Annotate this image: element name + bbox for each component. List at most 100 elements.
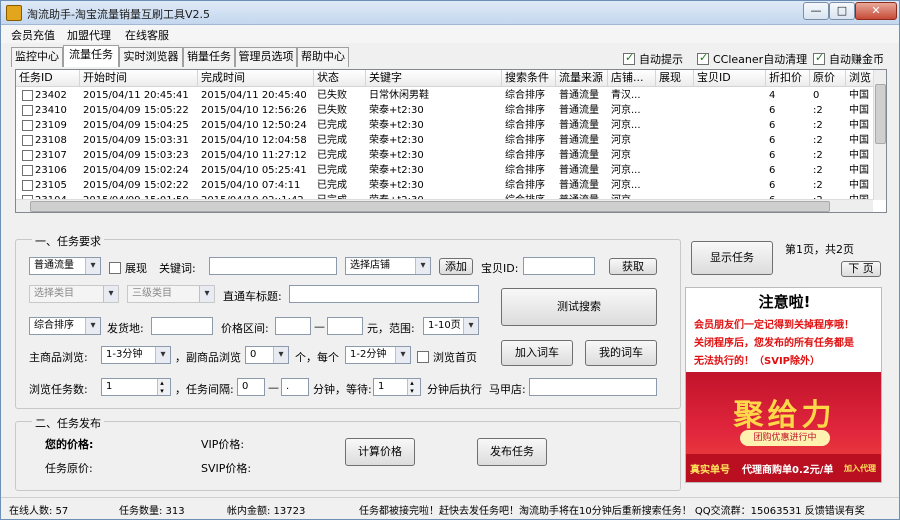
table-cell — [656, 163, 694, 178]
table-cell: 已完成 — [317, 120, 347, 131]
tab-help[interactable]: 帮助中心 — [297, 47, 349, 67]
col-discount[interactable]: 折扣价 — [766, 70, 810, 87]
table-cell: 2015/04/09 15:03:31 — [83, 135, 189, 146]
show-task-button[interactable]: 显示任务 — [691, 241, 773, 275]
table-cell: 2015/04/10 07:4:11 — [201, 180, 301, 191]
table-row[interactable]: 23105 2015/04/09 15:02:22 2015/04/10 07:4:… — [16, 178, 874, 193]
price-max-input[interactable] — [327, 317, 363, 335]
tab-browser[interactable]: 实时浏览器 — [119, 47, 183, 67]
tab-sales-task[interactable]: 销量任务 — [183, 47, 235, 67]
col-shop[interactable]: 店铺... — [608, 70, 656, 87]
calc-price-button[interactable]: 计算价格 — [345, 438, 415, 466]
show-checkbox[interactable]: 展现 — [109, 260, 147, 276]
auto-tip-checkbox[interactable]: 自动提示 — [623, 51, 683, 67]
car-title-label: 直通车标题: — [223, 290, 282, 303]
menu-service[interactable]: 在线客服 — [125, 27, 169, 43]
col-flow-source[interactable]: 流量来源 — [556, 70, 608, 87]
shop-select[interactable]: 选择店铺 — [345, 257, 431, 275]
add-button[interactable]: 添加 — [439, 258, 473, 275]
table-cell: 23106 — [35, 165, 67, 176]
page-range-select[interactable]: 1-10页 — [423, 317, 479, 335]
table-cell: 2015/04/09 15:05:22 — [83, 105, 189, 116]
car-title-input[interactable] — [289, 285, 479, 303]
category-select[interactable]: 选择类目 — [29, 285, 119, 303]
browse-home-checkbox[interactable]: 浏览首页 — [417, 349, 477, 365]
table-cell — [656, 178, 694, 193]
tab-flow-task[interactable]: 流量任务 — [63, 45, 119, 67]
main-browse-select[interactable]: 1-3分钟 — [101, 346, 171, 364]
price-min-input[interactable] — [275, 317, 311, 335]
vertical-scrollbar[interactable] — [873, 70, 886, 200]
wait-input[interactable]: 1 — [373, 378, 421, 396]
price-range-label: 价格区间: — [221, 322, 269, 335]
promo-banner[interactable]: 聚给力 团购优惠进行中 真实单号 代理商购单0.2元/单 加入代理 — [686, 372, 881, 482]
sub-count-select[interactable]: 0 — [245, 346, 289, 364]
publish-task-button[interactable]: 发布任务 — [477, 438, 547, 466]
status-online: 在线人数: 57 — [9, 506, 69, 517]
table-cell: 河京... — [611, 120, 641, 131]
keyword-label: 关键词: — [159, 262, 196, 275]
table-cell: 河京 — [611, 150, 631, 161]
item-id-input[interactable] — [523, 257, 595, 275]
keyword-input[interactable] — [209, 257, 337, 275]
table-cell: 河京... — [611, 180, 641, 191]
get-button[interactable]: 获取 — [609, 258, 657, 275]
ccleaner-checkbox[interactable]: CCleaner自动清理 — [697, 51, 807, 67]
table-cell — [694, 148, 766, 163]
horizontal-scrollbar[interactable] — [16, 199, 873, 212]
add-word-car-button[interactable]: 加入词车 — [501, 340, 573, 366]
test-search-button[interactable]: 测试搜索 — [501, 288, 657, 326]
col-task-id[interactable]: 任务ID — [16, 70, 80, 87]
banner-headline: 聚给力 — [733, 398, 836, 433]
table-row[interactable]: 23107 2015/04/09 15:03:23 2015/04/10 11:27… — [16, 148, 874, 163]
table-cell — [656, 88, 694, 103]
table-cell: 普通流量 — [559, 150, 599, 161]
title-bar: 淘流助手-淘宝流量销量互刷工具V2.5 — □ ✕ — [1, 1, 899, 25]
tab-monitor[interactable]: 监控中心 — [11, 47, 63, 67]
col-end-time[interactable]: 完成时间 — [198, 70, 314, 87]
table-cell: 已完成 — [317, 180, 347, 191]
table-cell: 综合排序 — [505, 135, 545, 146]
maximize-button[interactable]: □ — [829, 2, 855, 20]
col-orig-price[interactable]: 原价 — [810, 70, 846, 87]
interval-input[interactable]: 0 — [237, 378, 265, 396]
col-keyword[interactable]: 关键字 — [366, 70, 502, 87]
table-cell — [694, 88, 766, 103]
table-row[interactable]: 23108 2015/04/09 15:03:31 2015/04/10 12:04… — [16, 133, 874, 148]
col-show[interactable]: 展现 — [656, 70, 694, 87]
interval-label: ，任务间隔: — [175, 383, 234, 396]
flow-type-select[interactable]: 普通流量 — [29, 257, 101, 275]
scroll-thumb[interactable] — [875, 84, 886, 144]
table-cell: 青汉... — [611, 90, 641, 101]
next-page-button[interactable]: 下 页 — [841, 261, 881, 277]
sort-select[interactable]: 综合排序 — [29, 317, 101, 335]
auto-gold-checkbox[interactable]: 自动赚金币 — [813, 51, 884, 67]
sub-category-select[interactable]: 三级类目 — [127, 285, 215, 303]
scroll-thumb[interactable] — [30, 201, 830, 212]
banner-subtitle: 团购优惠进行中 — [740, 430, 830, 446]
table-row[interactable]: 23109 2015/04/09 15:04:25 2015/04/10 12:50… — [16, 118, 874, 133]
minimize-button[interactable]: — — [803, 2, 829, 20]
col-status[interactable]: 状态 — [314, 70, 366, 87]
browse-count-input[interactable]: 1 — [101, 378, 171, 396]
ad-panel[interactable]: 注意啦! 会员朋友们一定记得到关掉程序哦！ 关闭程序后，您发布的所有任务都是 无… — [685, 287, 882, 483]
task-requirements-legend: 一、任务要求 — [32, 233, 104, 249]
col-item-id[interactable]: 宝贝ID — [694, 70, 766, 87]
table-cell: 23109 — [35, 120, 67, 131]
table-row[interactable]: 23402 2015/04/11 20:45:41 2015/04/11 20:45… — [16, 88, 874, 103]
menu-agent[interactable]: 加盟代理 — [67, 27, 111, 43]
table-row[interactable]: 23410 2015/04/09 15:05:22 2015/04/10 12:56… — [16, 103, 874, 118]
interval-input-2[interactable]: . — [281, 378, 309, 396]
col-start-time[interactable]: 开始时间 — [80, 70, 198, 87]
per-time-select[interactable]: 1-2分钟 — [345, 346, 411, 364]
tab-admin[interactable]: 管理员选项 — [235, 47, 297, 67]
ship-from-input[interactable] — [151, 317, 213, 335]
close-button[interactable]: ✕ — [855, 2, 897, 20]
col-search-cond[interactable]: 搜索条件 — [502, 70, 556, 87]
table-row[interactable]: 23106 2015/04/09 15:02:24 2015/04/10 05:25… — [16, 163, 874, 178]
menu-recharge[interactable]: 会员充值 — [11, 27, 55, 43]
mazhong-input[interactable] — [529, 378, 657, 396]
table-cell: 2015/04/09 15:02:22 — [83, 180, 189, 191]
status-notice: 任务都被接完啦！赶快去发任务吧！淘流助手将在10分钟后重新搜索任务！ QQ交流群… — [359, 506, 865, 517]
my-word-car-button[interactable]: 我的词车 — [585, 340, 657, 366]
